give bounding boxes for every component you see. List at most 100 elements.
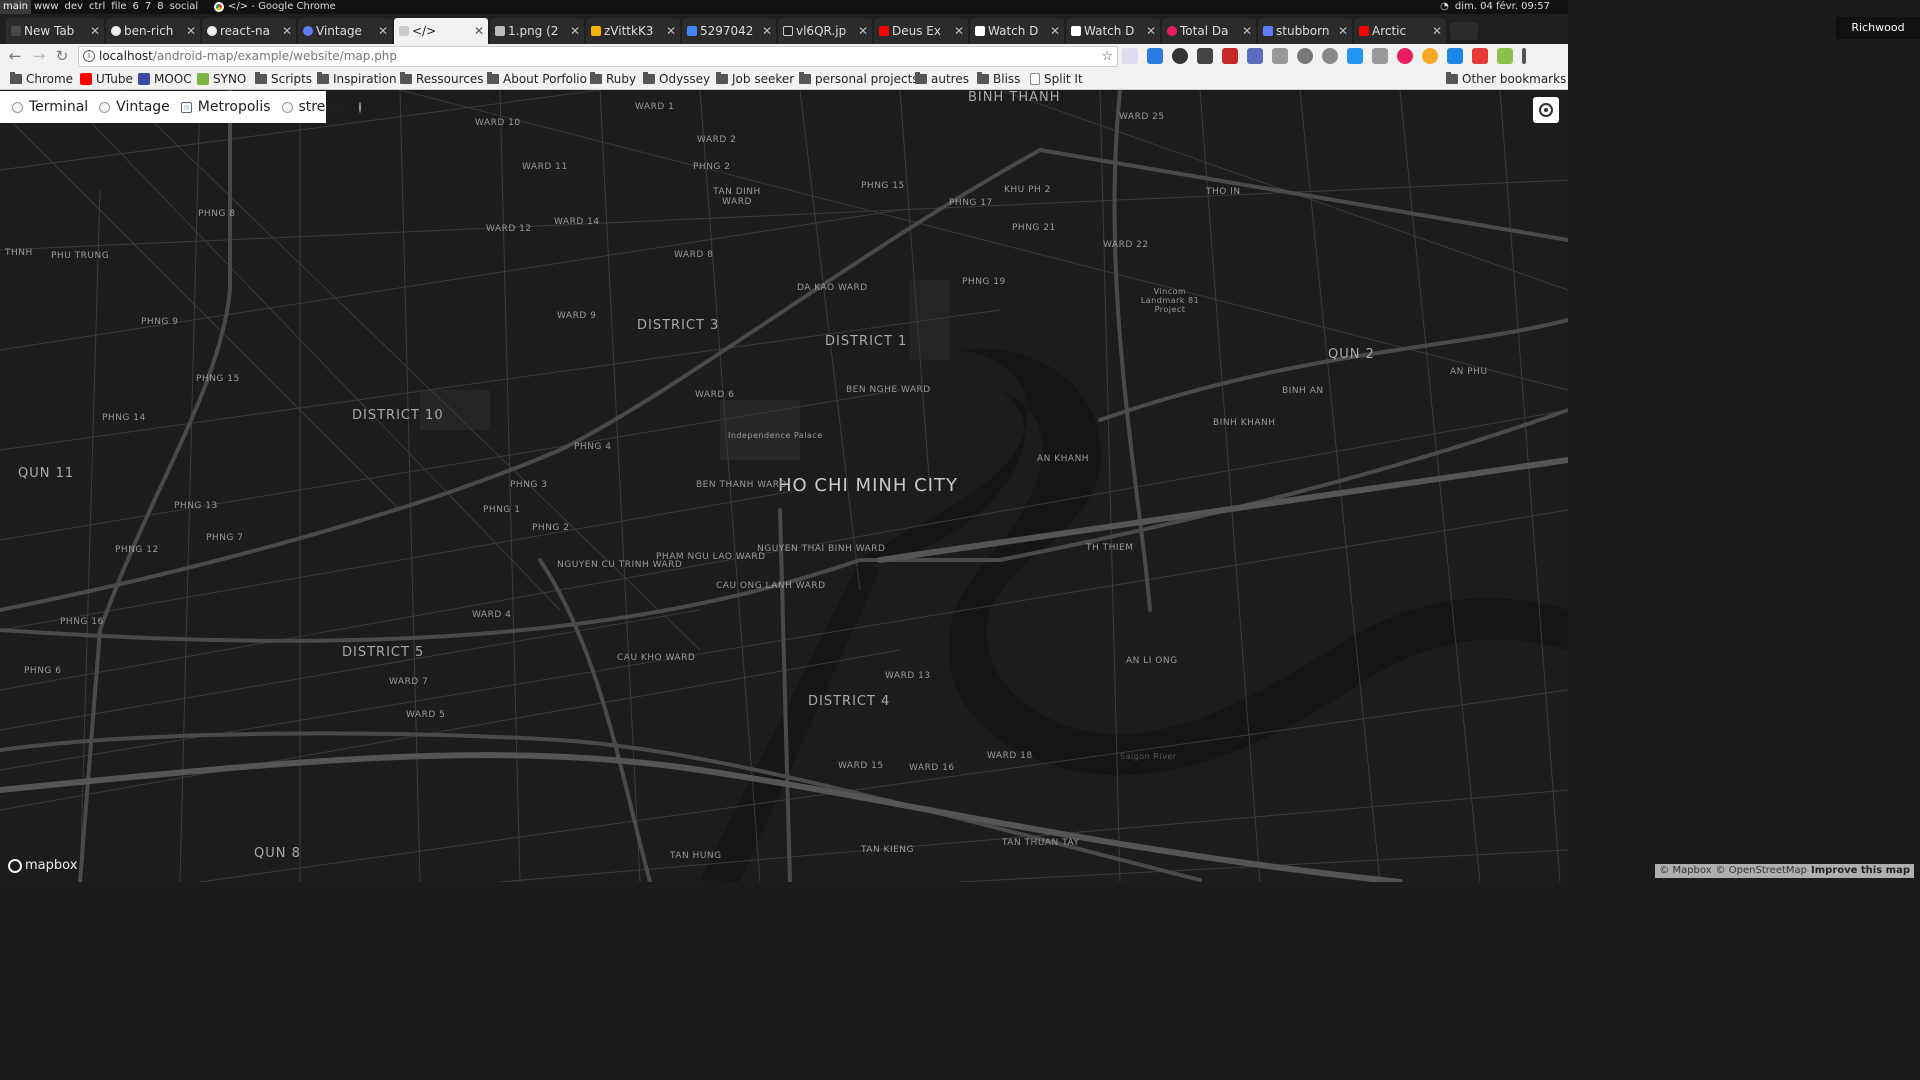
bookmark-item[interactable]: UTube [80, 71, 133, 87]
improve-map-link[interactable]: Improve this map [1811, 864, 1910, 878]
tab[interactable]: Vintage ✕ [298, 18, 392, 44]
layer-option-vintage[interactable]: Vintage [99, 99, 170, 115]
tab-active[interactable]: </> ✕ [394, 18, 488, 44]
close-icon[interactable]: ✕ [1050, 18, 1060, 44]
extension-icon[interactable] [1197, 48, 1213, 64]
address-bar[interactable]: i localhost/android-map/example/website/… [78, 46, 1118, 67]
map-label: WARD 2 [697, 135, 737, 145]
tab[interactable]: vl6QR.jp ✕ [778, 18, 872, 44]
close-icon[interactable]: ✕ [954, 18, 964, 44]
bookmark-folder[interactable]: About Porfolio [487, 71, 587, 87]
bookmark-folder[interactable]: Chrome [10, 71, 73, 87]
bookmark-folder[interactable]: Ressources [400, 71, 484, 87]
map-label-district: DISTRICT 4 [808, 694, 891, 709]
extension-icon[interactable] [1297, 48, 1313, 64]
bookmark-folder[interactable]: Ruby [590, 71, 636, 87]
close-icon[interactable]: ✕ [570, 18, 580, 44]
workspace-www[interactable]: www [31, 0, 62, 14]
new-tab-button[interactable] [1450, 22, 1478, 40]
radio-icon[interactable] [358, 101, 361, 113]
layer-option-terminal[interactable]: Terminal [12, 99, 88, 115]
map-canvas[interactable]: BINH THANH DISTRICT 3 DISTRICT 1 DISTRIC… [0, 90, 1568, 882]
tab[interactable]: stubborn ✕ [1258, 18, 1352, 44]
bookmark-star-icon[interactable]: ☆ [1101, 47, 1113, 66]
close-icon[interactable]: ✕ [378, 18, 388, 44]
close-icon[interactable]: ✕ [474, 18, 484, 44]
extension-icon[interactable] [1322, 48, 1338, 64]
extension-icon[interactable] [1497, 48, 1513, 64]
extension-icon[interactable] [1172, 48, 1188, 64]
radio-icon[interactable] [281, 101, 293, 113]
bookmark-folder[interactable]: Scripts [255, 71, 312, 87]
radio-icon[interactable] [12, 101, 23, 113]
close-icon[interactable]: ✕ [666, 18, 676, 44]
bookmark-item[interactable]: MOOC [138, 71, 192, 87]
close-icon[interactable]: ✕ [186, 18, 196, 44]
map-label: Khu Ph 2 [1004, 185, 1051, 195]
tab[interactable]: Arctic ✕ [1354, 18, 1446, 44]
close-icon[interactable]: ✕ [1432, 18, 1442, 44]
radio-selected-icon[interactable] [180, 101, 192, 113]
bookmark-folder[interactable]: Odyssey [643, 71, 710, 87]
workspace-dev[interactable]: dev [62, 0, 86, 14]
workspace-social[interactable]: social [167, 0, 202, 14]
info-icon[interactable]: i [83, 50, 95, 62]
workspace-list[interactable]: main www dev ctrl file 6 7 8 social [0, 0, 201, 14]
tab[interactable]: zVittkK3 ✕ [586, 18, 680, 44]
extension-icon[interactable] [1372, 48, 1388, 64]
bookmark-folder[interactable]: Bliss [977, 71, 1020, 87]
other-bookmarks[interactable]: Other bookmarks [1446, 71, 1566, 87]
tab[interactable]: 1.png (2 ✕ [490, 18, 584, 44]
bookmark-item[interactable]: SYNO [197, 71, 246, 87]
extension-icon[interactable] [1397, 48, 1413, 64]
tab[interactable]: New Tab ✕ [6, 18, 104, 44]
workspace-file[interactable]: file [108, 0, 129, 14]
profile-button[interactable]: Richwood [1836, 17, 1920, 39]
workspace-main[interactable]: main [0, 0, 31, 14]
tab[interactable]: Watch D ✕ [970, 18, 1064, 44]
close-icon[interactable]: ✕ [1146, 18, 1156, 44]
attribution-mapbox[interactable]: © Mapbox [1659, 864, 1711, 878]
layer-option-metropolis[interactable]: Metropolis [180, 99, 271, 115]
tab[interactable]: react-na ✕ [202, 18, 296, 44]
mapbox-logo[interactable]: mapbox [8, 858, 77, 873]
extension-icon[interactable] [1147, 48, 1163, 64]
bookmark-label: About Porfolio [503, 72, 587, 86]
attribution-osm[interactable]: © OpenStreetMap [1716, 864, 1807, 878]
tab[interactable]: 5297042 ✕ [682, 18, 776, 44]
reload-icon[interactable]: ↻ [53, 46, 71, 66]
close-icon[interactable]: ✕ [1242, 18, 1252, 44]
workspace-7[interactable]: 7 [142, 0, 154, 14]
layer-option-streets[interactable]: streets [281, 99, 347, 115]
back-icon[interactable]: ← [6, 46, 24, 66]
workspace-8[interactable]: 8 [154, 0, 166, 14]
extension-icon[interactable] [1422, 48, 1438, 64]
extension-icon[interactable] [1447, 48, 1463, 64]
workspace-6[interactable]: 6 [130, 0, 142, 14]
radio-icon[interactable] [99, 101, 111, 113]
tab[interactable]: Watch D ✕ [1066, 18, 1160, 44]
extension-icon[interactable] [1122, 48, 1138, 64]
tab[interactable]: Total Da ✕ [1162, 18, 1256, 44]
bookmark-folder[interactable]: autres [915, 71, 969, 87]
forward-icon[interactable]: → [30, 46, 48, 66]
workspace-ctrl[interactable]: ctrl [86, 0, 108, 14]
close-icon[interactable]: ✕ [858, 18, 868, 44]
tab[interactable]: ben-rich ✕ [106, 18, 200, 44]
close-icon[interactable]: ✕ [282, 18, 292, 44]
bookmark-folder[interactable]: Inspiration [317, 71, 397, 87]
bookmark-folder[interactable]: Job seeker [716, 71, 794, 87]
bookmark-item[interactable]: Split It [1030, 71, 1083, 87]
menu-icon[interactable] [1522, 48, 1526, 64]
extension-icon[interactable] [1272, 48, 1288, 64]
tab[interactable]: Deus Ex ✕ [874, 18, 968, 44]
extension-icon[interactable] [1347, 48, 1363, 64]
bookmark-folder[interactable]: personal projects [799, 71, 919, 87]
extension-icon[interactable] [1472, 48, 1488, 64]
close-icon[interactable]: ✕ [1338, 18, 1348, 44]
extension-icon[interactable] [1222, 48, 1238, 64]
extension-icon[interactable] [1247, 48, 1263, 64]
geolocate-button[interactable] [1533, 97, 1559, 123]
close-icon[interactable]: ✕ [762, 18, 772, 44]
close-icon[interactable]: ✕ [90, 18, 100, 44]
